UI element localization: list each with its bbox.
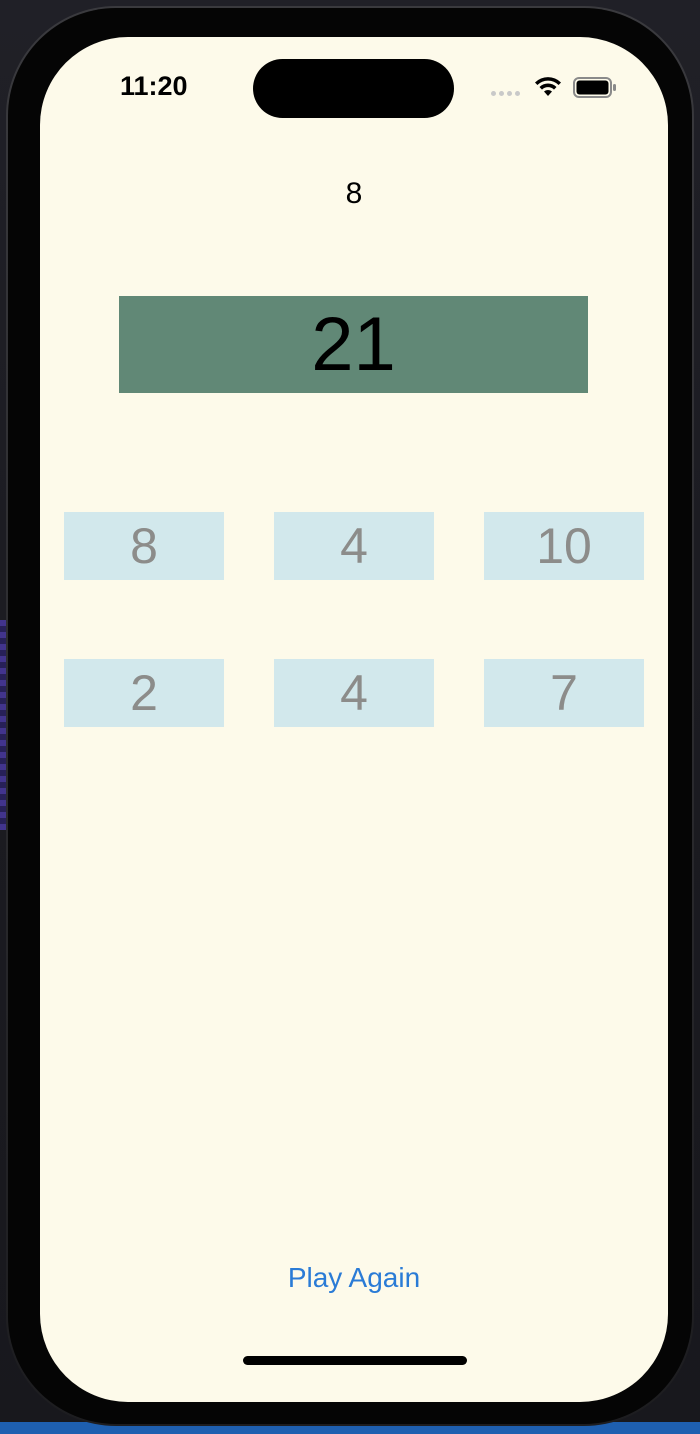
- app-screen: 11:20 8 21 8 4 10 2 4 7 Play Again: [40, 37, 668, 1402]
- home-indicator[interactable]: [243, 1356, 467, 1365]
- number-tile[interactable]: 8: [64, 512, 224, 580]
- phone-bezel: 11:20 8 21 8 4 10 2 4 7 Play Again: [8, 8, 692, 1424]
- target-number: 21: [119, 296, 588, 393]
- status-time: 11:20: [120, 71, 188, 101]
- number-tile[interactable]: 2: [64, 659, 224, 727]
- play-again-button[interactable]: Play Again: [40, 1262, 668, 1294]
- battery-icon: [573, 77, 616, 98]
- wifi-icon: [535, 77, 561, 96]
- target-number-value: 21: [311, 302, 396, 387]
- phone-frame: 11:20 8 21 8 4 10 2 4 7 Play Again: [6, 6, 694, 1426]
- cellular-signal-icon: [491, 91, 520, 96]
- number-tile[interactable]: 10: [484, 512, 644, 580]
- number-tile[interactable]: 4: [274, 659, 434, 727]
- move-counter: 8: [345, 177, 363, 210]
- dynamic-island: [253, 59, 454, 118]
- number-tile[interactable]: 7: [484, 659, 644, 727]
- number-tile[interactable]: 4: [274, 512, 434, 580]
